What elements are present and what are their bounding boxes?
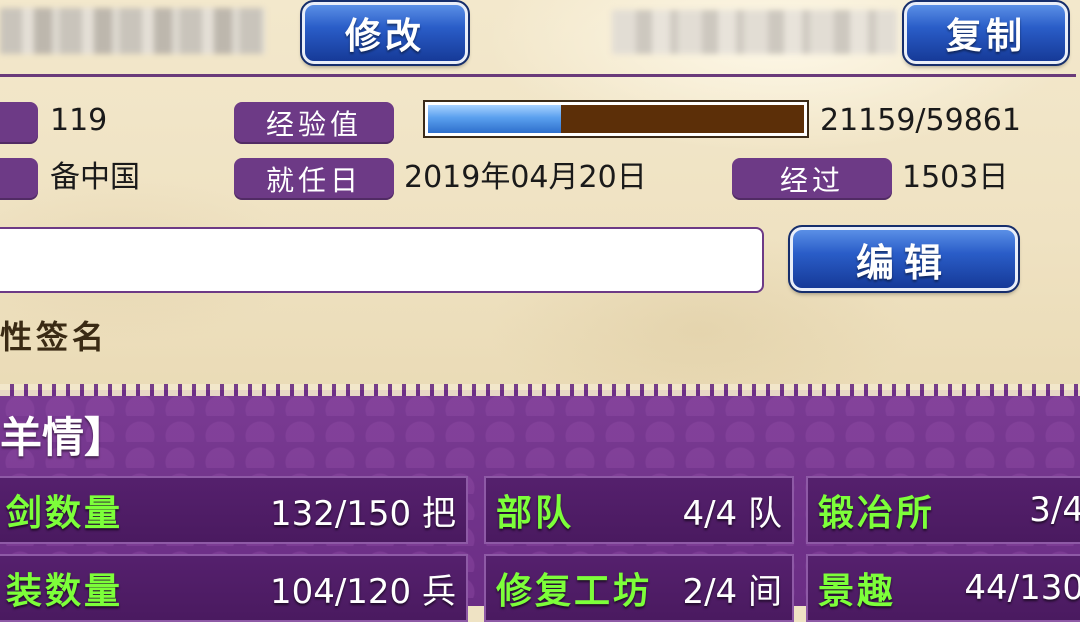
stat-forge: 锻冶所 3/4 <box>806 476 1080 544</box>
modify-button[interactable]: 修改 <box>300 0 470 66</box>
stat-sword-count: 剑数量 132/150 把 <box>0 476 468 544</box>
elapsed-value: 1503日 <box>902 160 1009 195</box>
stat-value: 4/4 队 <box>682 493 782 534</box>
elapsed-label: 经过 <box>732 158 892 200</box>
exp-value: 21159/59861 <box>820 103 1021 138</box>
stat-value: 2/4 间 <box>682 571 782 612</box>
stat-name: 锻冶所 <box>818 492 936 534</box>
blurred-player-name <box>0 8 265 54</box>
stat-name: 剑数量 <box>6 492 124 534</box>
header-divider <box>0 74 1076 77</box>
stat-name: 装数量 <box>6 570 124 612</box>
stat-name: 部队 <box>496 492 575 534</box>
level-value: 119 <box>50 103 108 138</box>
stat-value: 44/130 <box>964 568 1080 608</box>
start-date-value: 2019年04月20日 <box>404 160 647 195</box>
blurred-player-id <box>612 10 897 54</box>
edit-signature-button[interactable]: 编辑 <box>788 225 1020 293</box>
stat-value: 3/4 <box>1029 490 1080 530</box>
stat-equipment-count: 装数量 104/120 兵 <box>0 554 468 622</box>
details-title: 羊情】 <box>0 413 127 462</box>
start-date-label: 就任日 <box>234 158 394 200</box>
stat-scenery: 景趣 44/130 <box>806 554 1080 622</box>
exp-label: 经验值 <box>234 102 394 144</box>
stat-repair-workshop: 修复工坊 2/4 间 <box>484 554 794 622</box>
stat-value: 132/150 把 <box>269 493 456 534</box>
level-label-pill <box>0 102 38 144</box>
copy-button[interactable]: 复制 <box>902 0 1070 66</box>
signature-label: 性签名 <box>0 318 109 356</box>
stat-name: 修复工坊 <box>496 570 653 612</box>
stat-squads: 部队 4/4 队 <box>484 476 794 544</box>
panel-torn-edge <box>0 384 1080 396</box>
exp-progress-fill <box>428 105 561 133</box>
signature-input[interactable] <box>0 227 764 293</box>
server-value: 备中国 <box>50 160 140 195</box>
server-label-pill <box>0 158 38 200</box>
stat-name: 景趣 <box>818 570 897 612</box>
exp-progress-bar <box>423 100 809 138</box>
stat-value: 104/120 兵 <box>269 571 456 612</box>
